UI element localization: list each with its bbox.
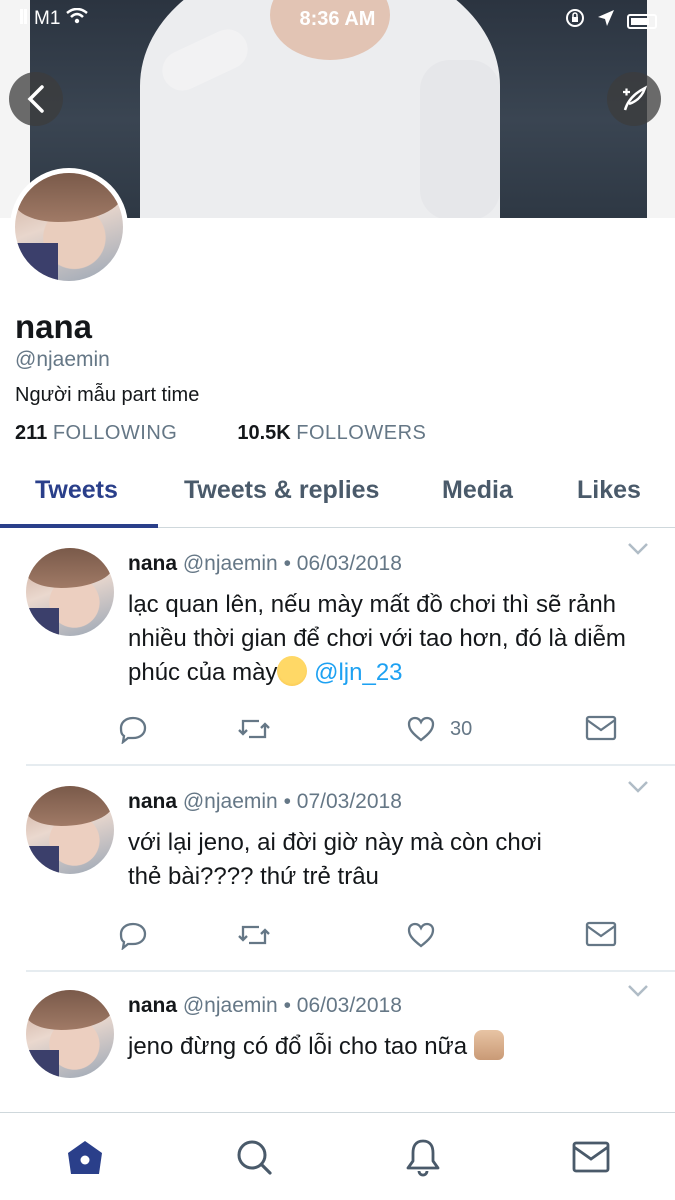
profile-bio: Người mẫu part time	[15, 384, 200, 406]
location-icon	[597, 9, 615, 33]
heart-icon	[407, 716, 435, 742]
tweet-text-content: jeno đừng có đổ lỗi cho tao nữa	[128, 1033, 468, 1060]
tweet-date: 06/03/2018	[296, 994, 402, 1017]
tweet-actions: 30	[0, 714, 675, 750]
active-tab-indicator	[0, 524, 158, 528]
nav-notifications[interactable]	[401, 1135, 445, 1179]
like-button[interactable]: 30	[406, 714, 472, 744]
feather-icon	[623, 85, 648, 111]
following-count: 211	[15, 422, 48, 444]
retweet-icon	[238, 719, 270, 739]
profile-name: nana	[15, 308, 93, 345]
chevron-down-icon[interactable]	[627, 984, 649, 998]
profile-avatar[interactable]	[10, 168, 128, 286]
back-button[interactable]	[9, 72, 63, 126]
tweet-text: lạc quan lên, nếu mày mất đồ chơi thì sẽ…	[128, 588, 648, 690]
tweet-actions	[0, 920, 675, 956]
tab-likes[interactable]: Likes	[577, 476, 641, 505]
reply-button[interactable]	[118, 920, 148, 950]
dm-button[interactable]	[585, 920, 617, 948]
tweet[interactable]: nana @njaemin • 06/03/2018 lạc quan lên,…	[0, 530, 675, 766]
raised-fist-icon	[473, 1030, 504, 1060]
bottom-nav	[0, 1112, 675, 1200]
tab-tweets[interactable]: Tweets	[35, 476, 118, 505]
tweet-date: 07/03/2018	[296, 790, 402, 813]
tweet[interactable]: nana @njaemin • 07/03/2018 với lại jeno,…	[0, 768, 675, 972]
tab-tweets-replies[interactable]: Tweets & replies	[184, 476, 379, 505]
tweet-author-handle: @njaemin	[182, 790, 278, 813]
tweet-text: jeno đừng có đổ lỗi cho tao nữa	[128, 1030, 648, 1064]
tweet-author-handle: @njaemin	[182, 994, 278, 1017]
tweet-mention[interactable]: @ljn_23	[314, 659, 402, 686]
profile-tabs: Tweets Tweets & replies Media Likes	[0, 460, 675, 528]
envelope-icon	[585, 921, 617, 947]
status-bar: M1 8:36 AM	[0, 0, 675, 38]
search-icon	[237, 1140, 272, 1175]
envelope-icon	[585, 715, 617, 741]
tweet-author-name[interactable]: nana	[128, 790, 177, 813]
tweet-separator: •	[283, 790, 291, 813]
tweet-header: nana @njaemin • 07/03/2018	[128, 790, 402, 814]
tweet-author-name[interactable]: nana	[128, 552, 177, 575]
like-button[interactable]	[406, 920, 436, 950]
followers-label: FOLLOWERS	[296, 422, 427, 444]
retweet-button[interactable]	[237, 714, 271, 744]
nav-messages[interactable]	[569, 1135, 613, 1179]
tweet-author-handle: @njaemin	[182, 552, 278, 575]
heart-icon	[407, 922, 435, 948]
tweet-divider	[26, 764, 675, 766]
retweet-icon	[238, 925, 270, 945]
nav-search[interactable]	[232, 1135, 276, 1179]
battery-icon	[627, 13, 657, 29]
profile-stats: 211 FOLLOWING 10.5K FOLLOWERS	[15, 422, 426, 445]
envelope-icon	[572, 1141, 610, 1173]
dm-button[interactable]	[585, 714, 617, 742]
tweet-avatar[interactable]	[26, 548, 114, 636]
relieved-face-icon	[277, 656, 308, 686]
tweet-author-name[interactable]: nana	[128, 994, 177, 1017]
compose-button[interactable]	[607, 72, 661, 126]
followers-count: 10.5K	[237, 422, 291, 444]
bell-icon	[406, 1139, 440, 1177]
chevron-down-icon[interactable]	[627, 780, 649, 794]
tweet-separator: •	[283, 552, 291, 575]
tweet-avatar[interactable]	[26, 990, 114, 1078]
tweet-text: với lại jeno, ai đời giờ này mà còn chơi…	[128, 829, 542, 890]
following-label: FOLLOWING	[52, 422, 178, 444]
following-stat[interactable]: 211 FOLLOWING	[15, 422, 177, 445]
reply-icon	[119, 716, 147, 744]
followers-stat[interactable]: 10.5K FOLLOWERS	[237, 422, 426, 445]
rotation-lock-icon	[565, 8, 585, 34]
home-icon	[68, 1141, 102, 1174]
tab-media[interactable]: Media	[442, 476, 513, 505]
like-count: 30	[450, 717, 473, 740]
tweet-avatar[interactable]	[26, 786, 114, 874]
back-arrow-icon	[27, 85, 44, 113]
tweet[interactable]: nana @njaemin • 06/03/2018 jeno đừng có …	[0, 972, 675, 1112]
profile-handle: @njaemin	[15, 348, 110, 371]
reply-button[interactable]	[118, 714, 148, 744]
nav-home[interactable]	[63, 1135, 107, 1179]
tweet-date: 06/03/2018	[296, 552, 402, 575]
tweet-header: nana @njaemin • 06/03/2018	[128, 994, 402, 1018]
reply-icon	[119, 922, 147, 950]
tweet-header: nana @njaemin • 06/03/2018	[128, 552, 402, 576]
retweet-button[interactable]	[237, 920, 271, 950]
tweet-separator: •	[283, 994, 291, 1017]
chevron-down-icon[interactable]	[627, 542, 649, 556]
